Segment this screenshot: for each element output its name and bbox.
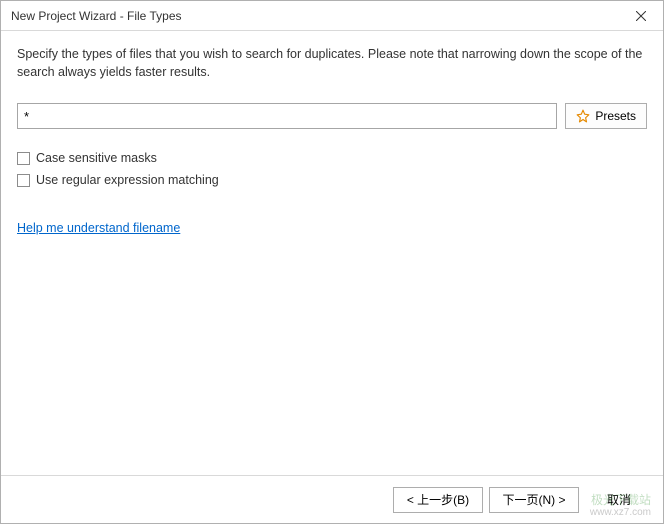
file-mask-input[interactable] (17, 103, 557, 129)
close-icon (636, 11, 646, 21)
presets-button-label: Presets (595, 109, 636, 123)
wizard-footer: < 上一步(B) 下一页(N) > 取消 极光下载站 www.xz7.com (1, 475, 663, 523)
regex-checkbox-row[interactable]: Use regular expression matching (17, 173, 647, 187)
presets-button[interactable]: Presets (565, 103, 647, 129)
mask-input-row: Presets (17, 103, 647, 129)
next-button[interactable]: 下一页(N) > (489, 487, 579, 513)
content-area: Specify the types of files that you wish… (1, 31, 663, 475)
help-link[interactable]: Help me understand filename (17, 221, 180, 235)
back-button[interactable]: < 上一步(B) (393, 487, 483, 513)
case-sensitive-label: Case sensitive masks (36, 151, 157, 165)
case-sensitive-checkbox-row[interactable]: Case sensitive masks (17, 151, 647, 165)
regex-label: Use regular expression matching (36, 173, 219, 187)
case-sensitive-checkbox[interactable] (17, 152, 30, 165)
close-button[interactable] (618, 1, 663, 31)
regex-checkbox[interactable] (17, 174, 30, 187)
cancel-button[interactable]: 取消 (591, 487, 647, 513)
title-bar: New Project Wizard - File Types (1, 1, 663, 31)
instructions-text: Specify the types of files that you wish… (17, 45, 647, 81)
window-title: New Project Wizard - File Types (11, 9, 618, 23)
star-icon (576, 109, 590, 123)
